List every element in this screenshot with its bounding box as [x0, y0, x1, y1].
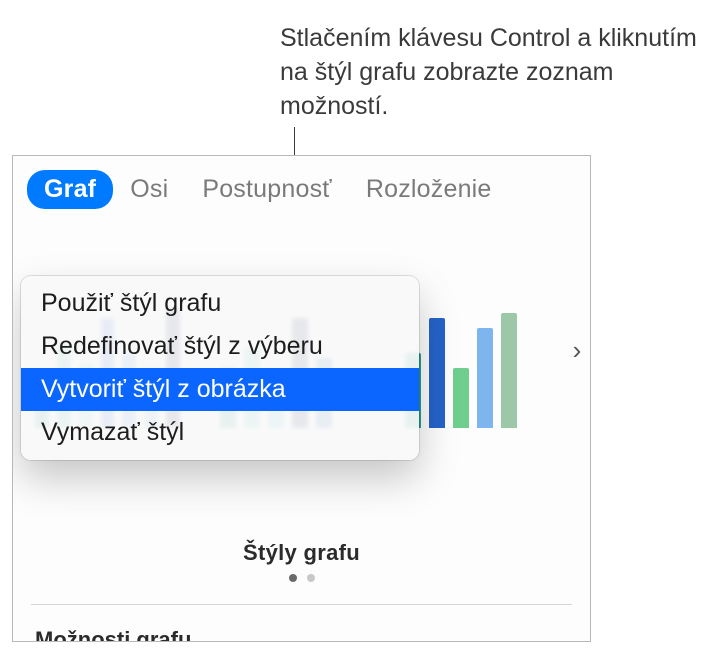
bar-icon [429, 318, 445, 428]
pager-dot[interactable] [289, 574, 297, 582]
callout-text: Stlačením klávesu Control a kliknutím na… [280, 22, 710, 123]
chart-style-context-menu: Použiť štýl grafu Redefinovať štýl z výb… [21, 276, 419, 460]
inspector-tabs: Graf Osi Postupnosť Rozloženie [13, 156, 590, 212]
menu-redefine-style[interactable]: Redefinovať štýl z výberu [21, 325, 419, 368]
tab-osi[interactable]: Osi [113, 170, 185, 209]
bar-icon [477, 328, 493, 428]
pager-dots [13, 574, 590, 582]
chevron-right-icon: › [573, 335, 582, 366]
menu-delete-style[interactable]: Vymazať štýl [21, 411, 419, 454]
chart-styles-label: Štýly grafu [13, 540, 590, 566]
chart-style-thumbnail[interactable] [405, 327, 550, 432]
menu-create-style-from-image[interactable]: Vytvoriť štýl z obrázka [21, 368, 419, 411]
menu-apply-style[interactable]: Použiť štýl grafu [21, 282, 419, 325]
tab-rozlozenie[interactable]: Rozloženie [349, 170, 509, 209]
format-inspector-panel: Graf Osi Postupnosť Rozloženie › Použiť … [12, 155, 591, 642]
bar-icon [501, 313, 517, 428]
styles-next-arrow[interactable]: › [560, 330, 591, 370]
chart-options-heading: Možnosti grafu [13, 605, 590, 642]
tab-postupnost[interactable]: Postupnosť [185, 170, 349, 209]
pager-dot[interactable] [307, 574, 315, 582]
tab-graf[interactable]: Graf [27, 170, 113, 209]
bar-icon [453, 368, 469, 428]
